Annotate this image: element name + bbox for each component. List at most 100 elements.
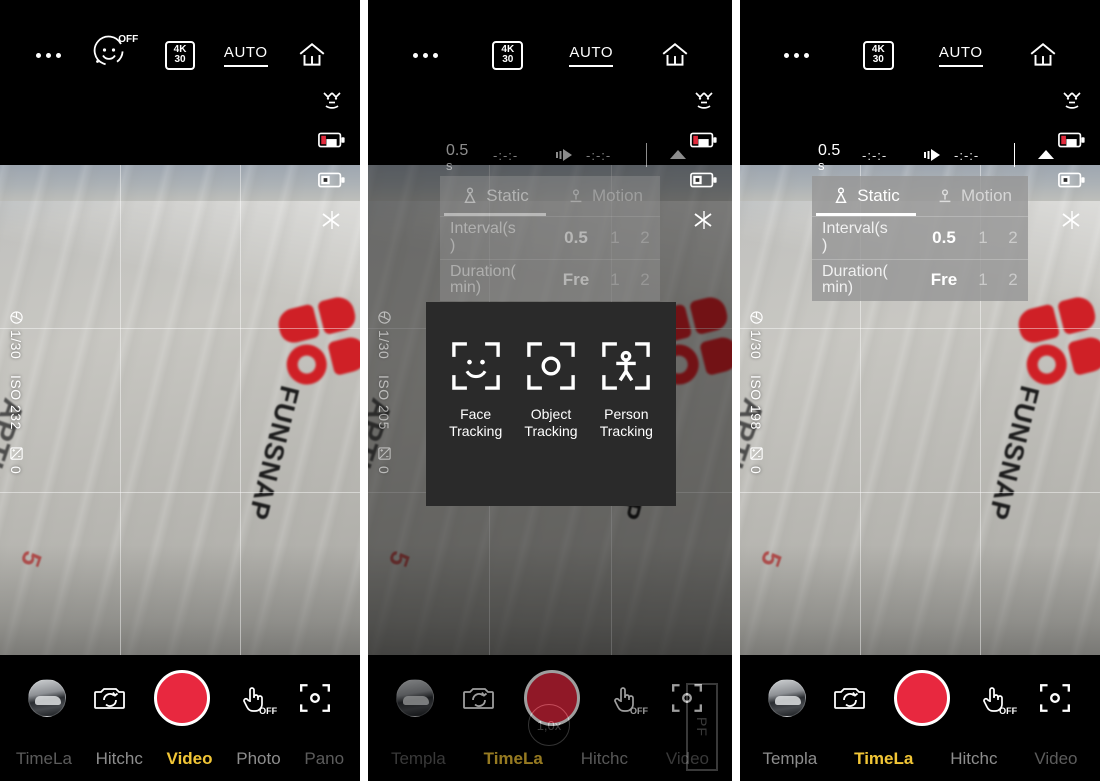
home-button[interactable] [1022, 35, 1064, 75]
tracking-mode-popup[interactable]: Face Tracking Object Tracking Person Tra… [426, 302, 676, 506]
sparkle-effect-icon[interactable] [690, 208, 718, 232]
mode-hitchcock[interactable]: Hitchc [581, 749, 628, 769]
interval-selected-value[interactable]: 0.5 [552, 228, 600, 248]
gallery-thumbnail-button[interactable] [767, 679, 806, 717]
record-button[interactable] [524, 670, 580, 726]
timelapse-interval-readout: 0.5 s [446, 143, 468, 173]
mode-selector-3: Templa TimeLa Hitchc Video [740, 749, 1100, 769]
tab-motion[interactable]: Motion [920, 176, 1028, 216]
control-row-1: OFF [0, 665, 360, 731]
sd-card-icon[interactable] [318, 168, 346, 192]
mode-pano[interactable]: Pano [304, 749, 344, 769]
tracking-option-person[interactable]: Person Tracking [589, 340, 664, 439]
beauty-face-icon[interactable] [1058, 88, 1086, 112]
interval-option-1[interactable]: 1 [968, 228, 998, 248]
interval-selected-value[interactable]: 0.5 [920, 228, 968, 248]
duration-selected-value[interactable]: Fre [552, 270, 600, 290]
timelapse-interval-unit: s [818, 158, 825, 173]
home-button[interactable] [654, 35, 696, 75]
switch-camera-icon[interactable] [93, 681, 127, 715]
resolution-button[interactable]: 4K 30 [159, 35, 201, 75]
smiley-face-icon: OFF [92, 34, 138, 75]
gallery-thumbnail-button[interactable] [396, 679, 434, 717]
preview-image: FUNSNAP APTURE 5 [0, 165, 360, 655]
timelapse-settings-panel-3[interactable]: Static Motion Interval(s ) 0.5 1 2 Durat… [812, 176, 1028, 302]
exposure-mode-button[interactable]: AUTO [569, 35, 614, 75]
exposure-mode-button[interactable]: AUTO [223, 35, 268, 75]
mode-template[interactable]: Templa [391, 749, 446, 769]
shutter-speed-readout: 1/30 [8, 310, 24, 359]
gallery-thumbnail-button[interactable] [27, 679, 66, 717]
control-row-2: OFF [368, 665, 732, 731]
mode-video[interactable]: Video [167, 749, 213, 769]
duration-option-1[interactable]: 1 [600, 270, 630, 290]
tracking-option-face[interactable]: Face Tracking [438, 340, 513, 439]
mode-timelapse[interactable]: TimeLa [16, 749, 72, 769]
mode-hitchcock[interactable]: Hitchc [96, 749, 143, 769]
tracking-frame-icon[interactable] [670, 681, 704, 715]
tab-static[interactable]: Static [812, 176, 920, 216]
sd-card-icon[interactable] [1058, 168, 1086, 192]
beauty-face-icon[interactable] [690, 88, 718, 112]
triangle-up-icon[interactable] [670, 150, 686, 159]
tracking-frame-icon[interactable] [1038, 681, 1072, 715]
mode-video[interactable]: Video [1034, 749, 1077, 769]
mode-timelapse[interactable]: TimeLa [854, 749, 913, 769]
tab-static[interactable]: Static [440, 176, 550, 216]
static-tripod-icon [464, 187, 476, 204]
record-button[interactable] [153, 670, 210, 726]
resolution-button[interactable]: 4K 30 [857, 35, 899, 75]
timelapse-row-interval: Interval(s ) 0.5 1 2 [440, 216, 660, 259]
tracking-option-object[interactable]: Object Tracking [513, 340, 588, 439]
framerate-value: 30 [174, 54, 186, 65]
triangle-up-icon[interactable] [1038, 150, 1054, 159]
top-toolbar-row-1: OFF 4K 30 AUTO [0, 34, 360, 76]
tracking-option-person-label: Person Tracking [600, 406, 653, 439]
face-detect-toggle-button[interactable]: OFF [92, 34, 138, 75]
sd-card-icon[interactable] [690, 168, 718, 192]
beauty-face-icon[interactable] [318, 88, 346, 112]
home-button[interactable] [291, 35, 333, 75]
more-options-button[interactable] [776, 35, 818, 75]
more-options-button[interactable] [27, 35, 69, 75]
preview-bottom-shadow [740, 545, 1100, 655]
interval-option-2[interactable]: 2 [998, 228, 1028, 248]
duration-selected-value[interactable]: Fre [920, 270, 968, 290]
switch-camera-icon[interactable] [833, 681, 867, 715]
switch-camera-icon[interactable] [462, 681, 496, 715]
tab-motion[interactable]: Motion [550, 176, 660, 216]
mode-video[interactable]: Video [666, 749, 709, 769]
battery-low-icon[interactable] [318, 128, 346, 152]
viewfinder-preview-1[interactable]: FUNSNAP APTURE 5 [0, 165, 360, 655]
interval-option-1[interactable]: 1 [600, 228, 630, 248]
resolution-button[interactable]: 4K 30 [487, 35, 529, 75]
interval-option-2[interactable]: 2 [630, 228, 660, 248]
screenshot-root: FUNSNAP APTURE 5 1/30 ISO 232 [0, 0, 1100, 781]
interval-label-line2: ) [822, 236, 828, 254]
tracking-frame-icon[interactable] [298, 681, 332, 715]
more-options-button[interactable] [404, 35, 446, 75]
timelapse-remaining-time: -:-:- [586, 147, 612, 163]
gesture-control-button[interactable]: OFF [608, 681, 648, 716]
timelapse-tabs-3: Static Motion [812, 176, 1028, 216]
duration-option-1[interactable]: 1 [968, 270, 998, 290]
mode-hitchcock[interactable]: Hitchc [950, 749, 997, 769]
more-dots-icon [35, 52, 61, 58]
duration-option-2[interactable]: 2 [630, 270, 660, 290]
gesture-control-button[interactable]: OFF [977, 681, 1017, 716]
tab-static-label: Static [857, 186, 900, 205]
record-button[interactable] [893, 670, 950, 726]
mode-template[interactable]: Templa [762, 749, 817, 769]
mode-timelapse[interactable]: TimeLa [484, 749, 543, 769]
iso-value: ISO 205 [376, 375, 392, 431]
exposure-mode-button[interactable]: AUTO [938, 35, 983, 75]
status-divider [646, 143, 647, 167]
gesture-off-label: OFF [630, 706, 648, 716]
sparkle-effect-icon[interactable] [1058, 208, 1086, 232]
sparkle-effect-icon[interactable] [318, 208, 346, 232]
timelapse-settings-panel-2[interactable]: Static Motion Interval(s ) 0.5 1 2 Durat… [440, 176, 660, 302]
gesture-control-button[interactable]: OFF [237, 681, 277, 716]
duration-option-2[interactable]: 2 [998, 270, 1028, 290]
ev-readout: 0 [748, 446, 764, 474]
mode-photo[interactable]: Photo [236, 749, 280, 769]
